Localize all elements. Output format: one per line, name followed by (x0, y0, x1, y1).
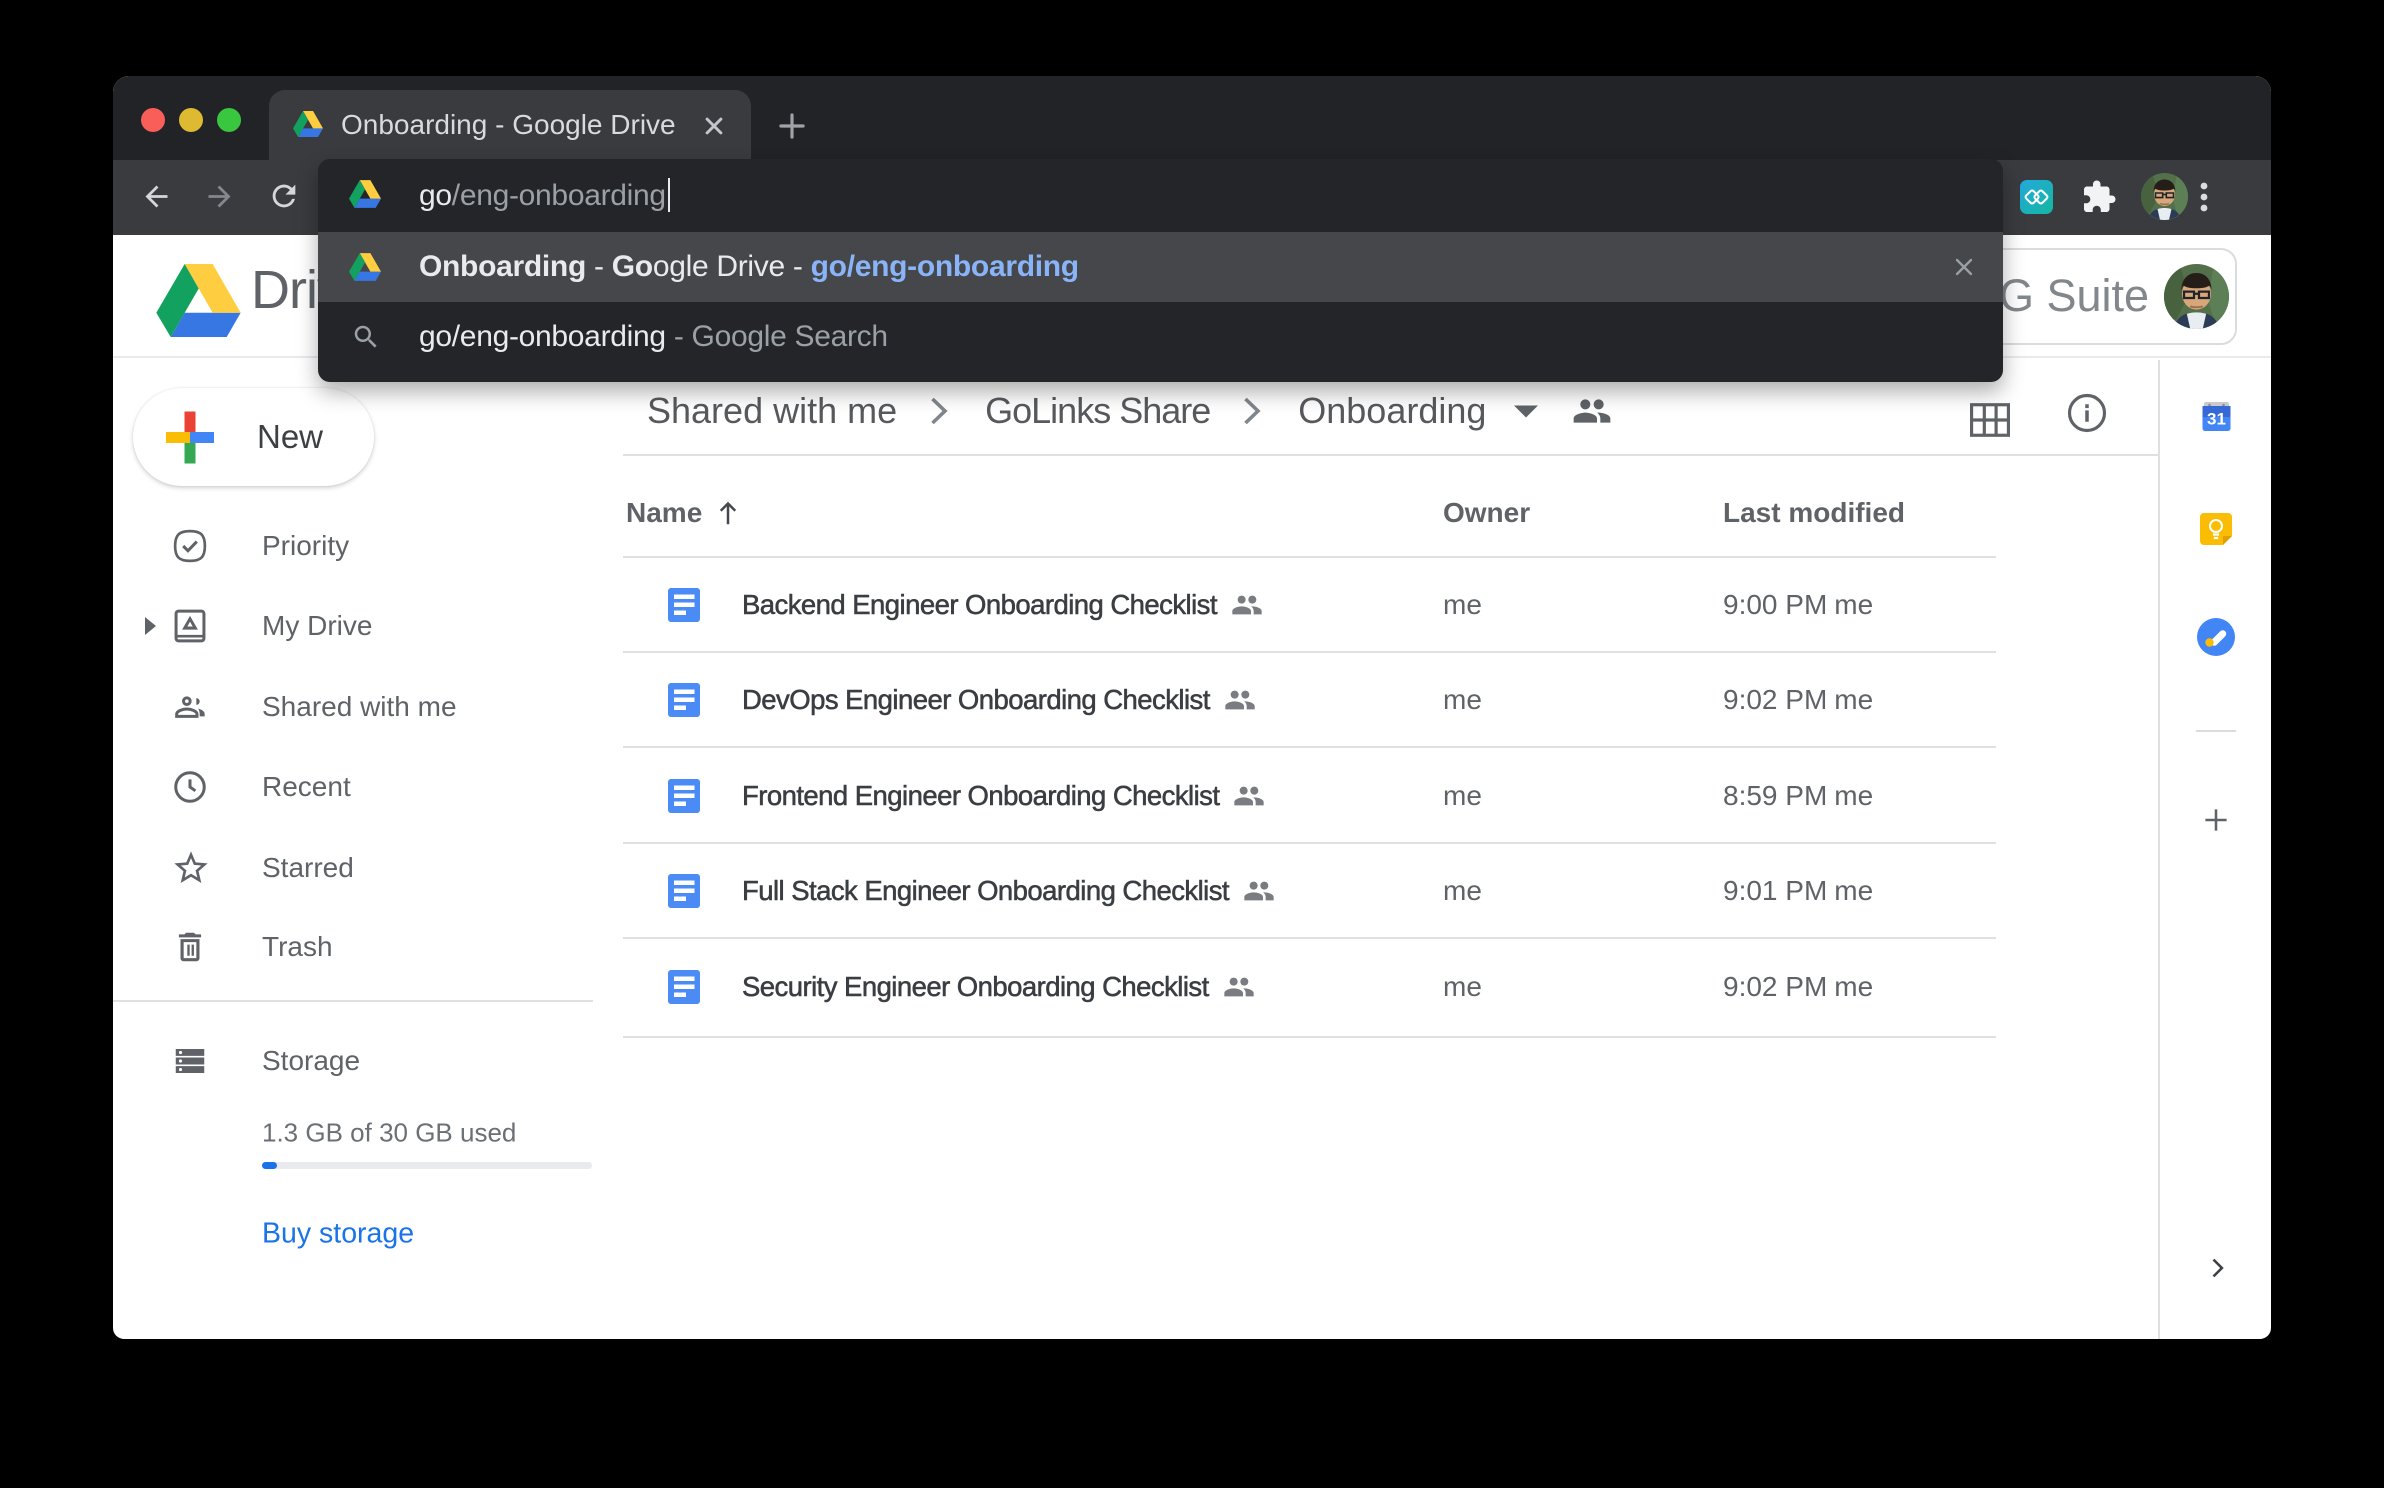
svg-text:31: 31 (2207, 410, 2226, 429)
